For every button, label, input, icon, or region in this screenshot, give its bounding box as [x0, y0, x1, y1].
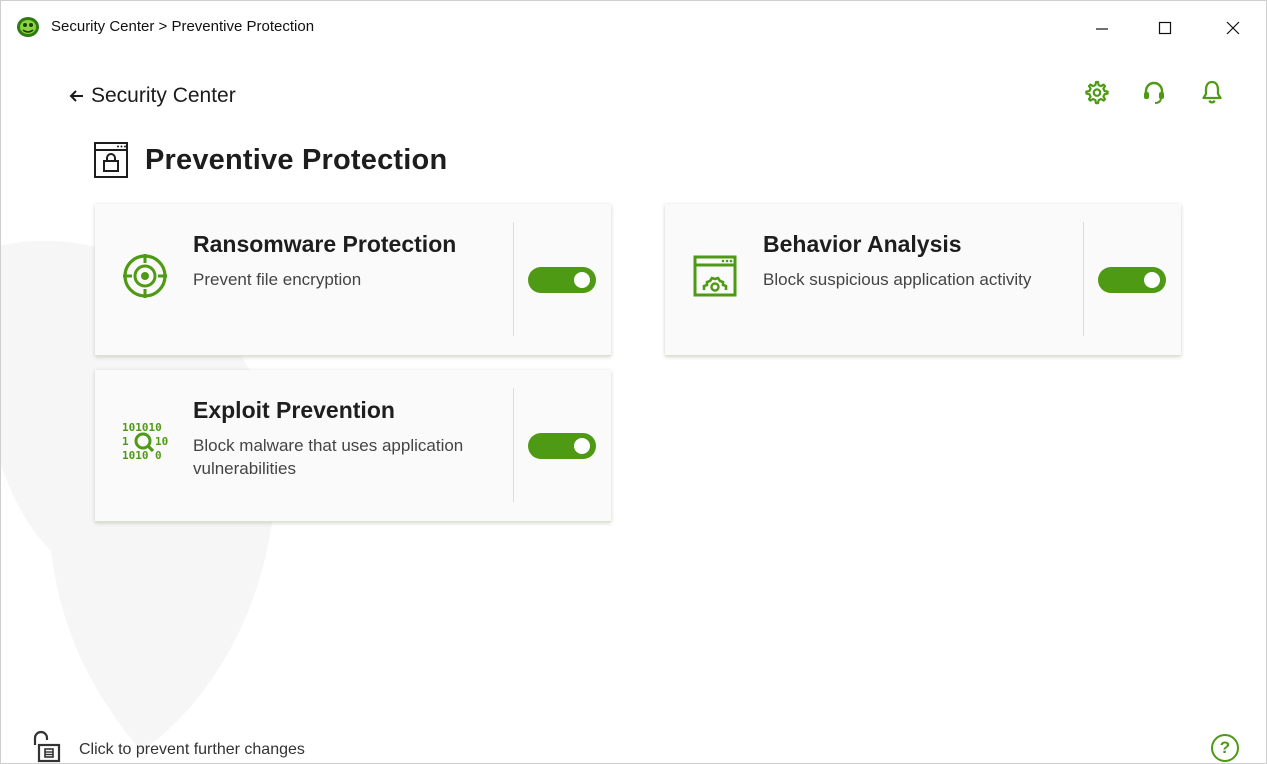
- card-divider: [513, 222, 514, 336]
- behavior-analysis-icon: [693, 255, 737, 297]
- app-logo-icon: [17, 17, 39, 37]
- card-title: Exploit Prevention: [193, 397, 395, 423]
- headset-icon: [1144, 81, 1164, 104]
- card-divider: [513, 388, 514, 502]
- minimize-button[interactable]: [1079, 9, 1125, 47]
- card-ransomware-protection[interactable]: Ransomware Protection Prevent file encry…: [95, 204, 611, 356]
- svg-text:0: 0: [155, 449, 162, 462]
- minimize-icon: [1096, 28, 1108, 30]
- support-button[interactable]: [1139, 77, 1169, 107]
- card-exploit-prevention[interactable]: 101010 1 10 1010 0 Exploit Prevention Bl…: [95, 370, 611, 522]
- back-link-label: Security Center: [91, 84, 236, 107]
- settings-button[interactable]: [1081, 77, 1111, 107]
- svg-text:1: 1: [122, 435, 129, 448]
- back-arrow-icon: [69, 90, 83, 102]
- ransomware-protection-toggle[interactable]: [528, 267, 596, 293]
- title-bar: Security Center > Preventive Protection: [1, 1, 1266, 55]
- toggle-knob: [1144, 272, 1160, 288]
- toggle-knob: [574, 272, 590, 288]
- help-icon: ?: [1219, 738, 1231, 757]
- app-window: Security Center > Preventive Protection …: [0, 0, 1267, 764]
- bell-icon: [1202, 80, 1222, 104]
- card-divider: [1083, 222, 1084, 336]
- exploit-prevention-toggle[interactable]: [528, 433, 596, 459]
- card-title: Behavior Analysis: [763, 231, 962, 257]
- close-icon: [1226, 21, 1240, 35]
- maximize-icon: [1158, 21, 1172, 35]
- card-title: Ransomware Protection: [193, 231, 457, 257]
- close-button[interactable]: [1210, 9, 1256, 47]
- page-title: Preventive Protection: [145, 143, 448, 176]
- top-toolbar: [1081, 77, 1227, 107]
- behavior-analysis-toggle[interactable]: [1098, 267, 1166, 293]
- maximize-button[interactable]: [1142, 9, 1188, 47]
- exploit-binary-icon: 101010 1 10 1010 0: [122, 421, 168, 462]
- window-title: Security Center > Preventive Protection: [51, 18, 315, 35]
- card-description: Prevent file encryption: [193, 270, 362, 289]
- preventive-protection-icon: [94, 142, 128, 178]
- card-description: Block malware that uses application vuln…: [193, 436, 464, 478]
- svg-text:101010: 101010: [122, 421, 162, 434]
- help-button[interactable]: ?: [1211, 734, 1239, 762]
- back-to-security-center-link[interactable]: Security Center: [69, 84, 236, 108]
- prevent-changes-link[interactable]: Click to prevent further changes: [79, 741, 305, 759]
- svg-text:10: 10: [155, 435, 168, 448]
- card-behavior-analysis[interactable]: Behavior Analysis Block suspicious appli…: [665, 204, 1181, 356]
- toggle-knob: [574, 438, 590, 454]
- card-description: Block suspicious application activity: [763, 270, 1032, 289]
- page-header: Preventive Protection: [93, 141, 447, 179]
- gear-icon: [1085, 80, 1109, 105]
- notifications-button[interactable]: [1197, 77, 1227, 107]
- ransomware-shield-icon: [123, 254, 167, 298]
- svg-text:1010: 1010: [122, 449, 149, 462]
- unlocked-padlock-icon[interactable]: [31, 729, 63, 763]
